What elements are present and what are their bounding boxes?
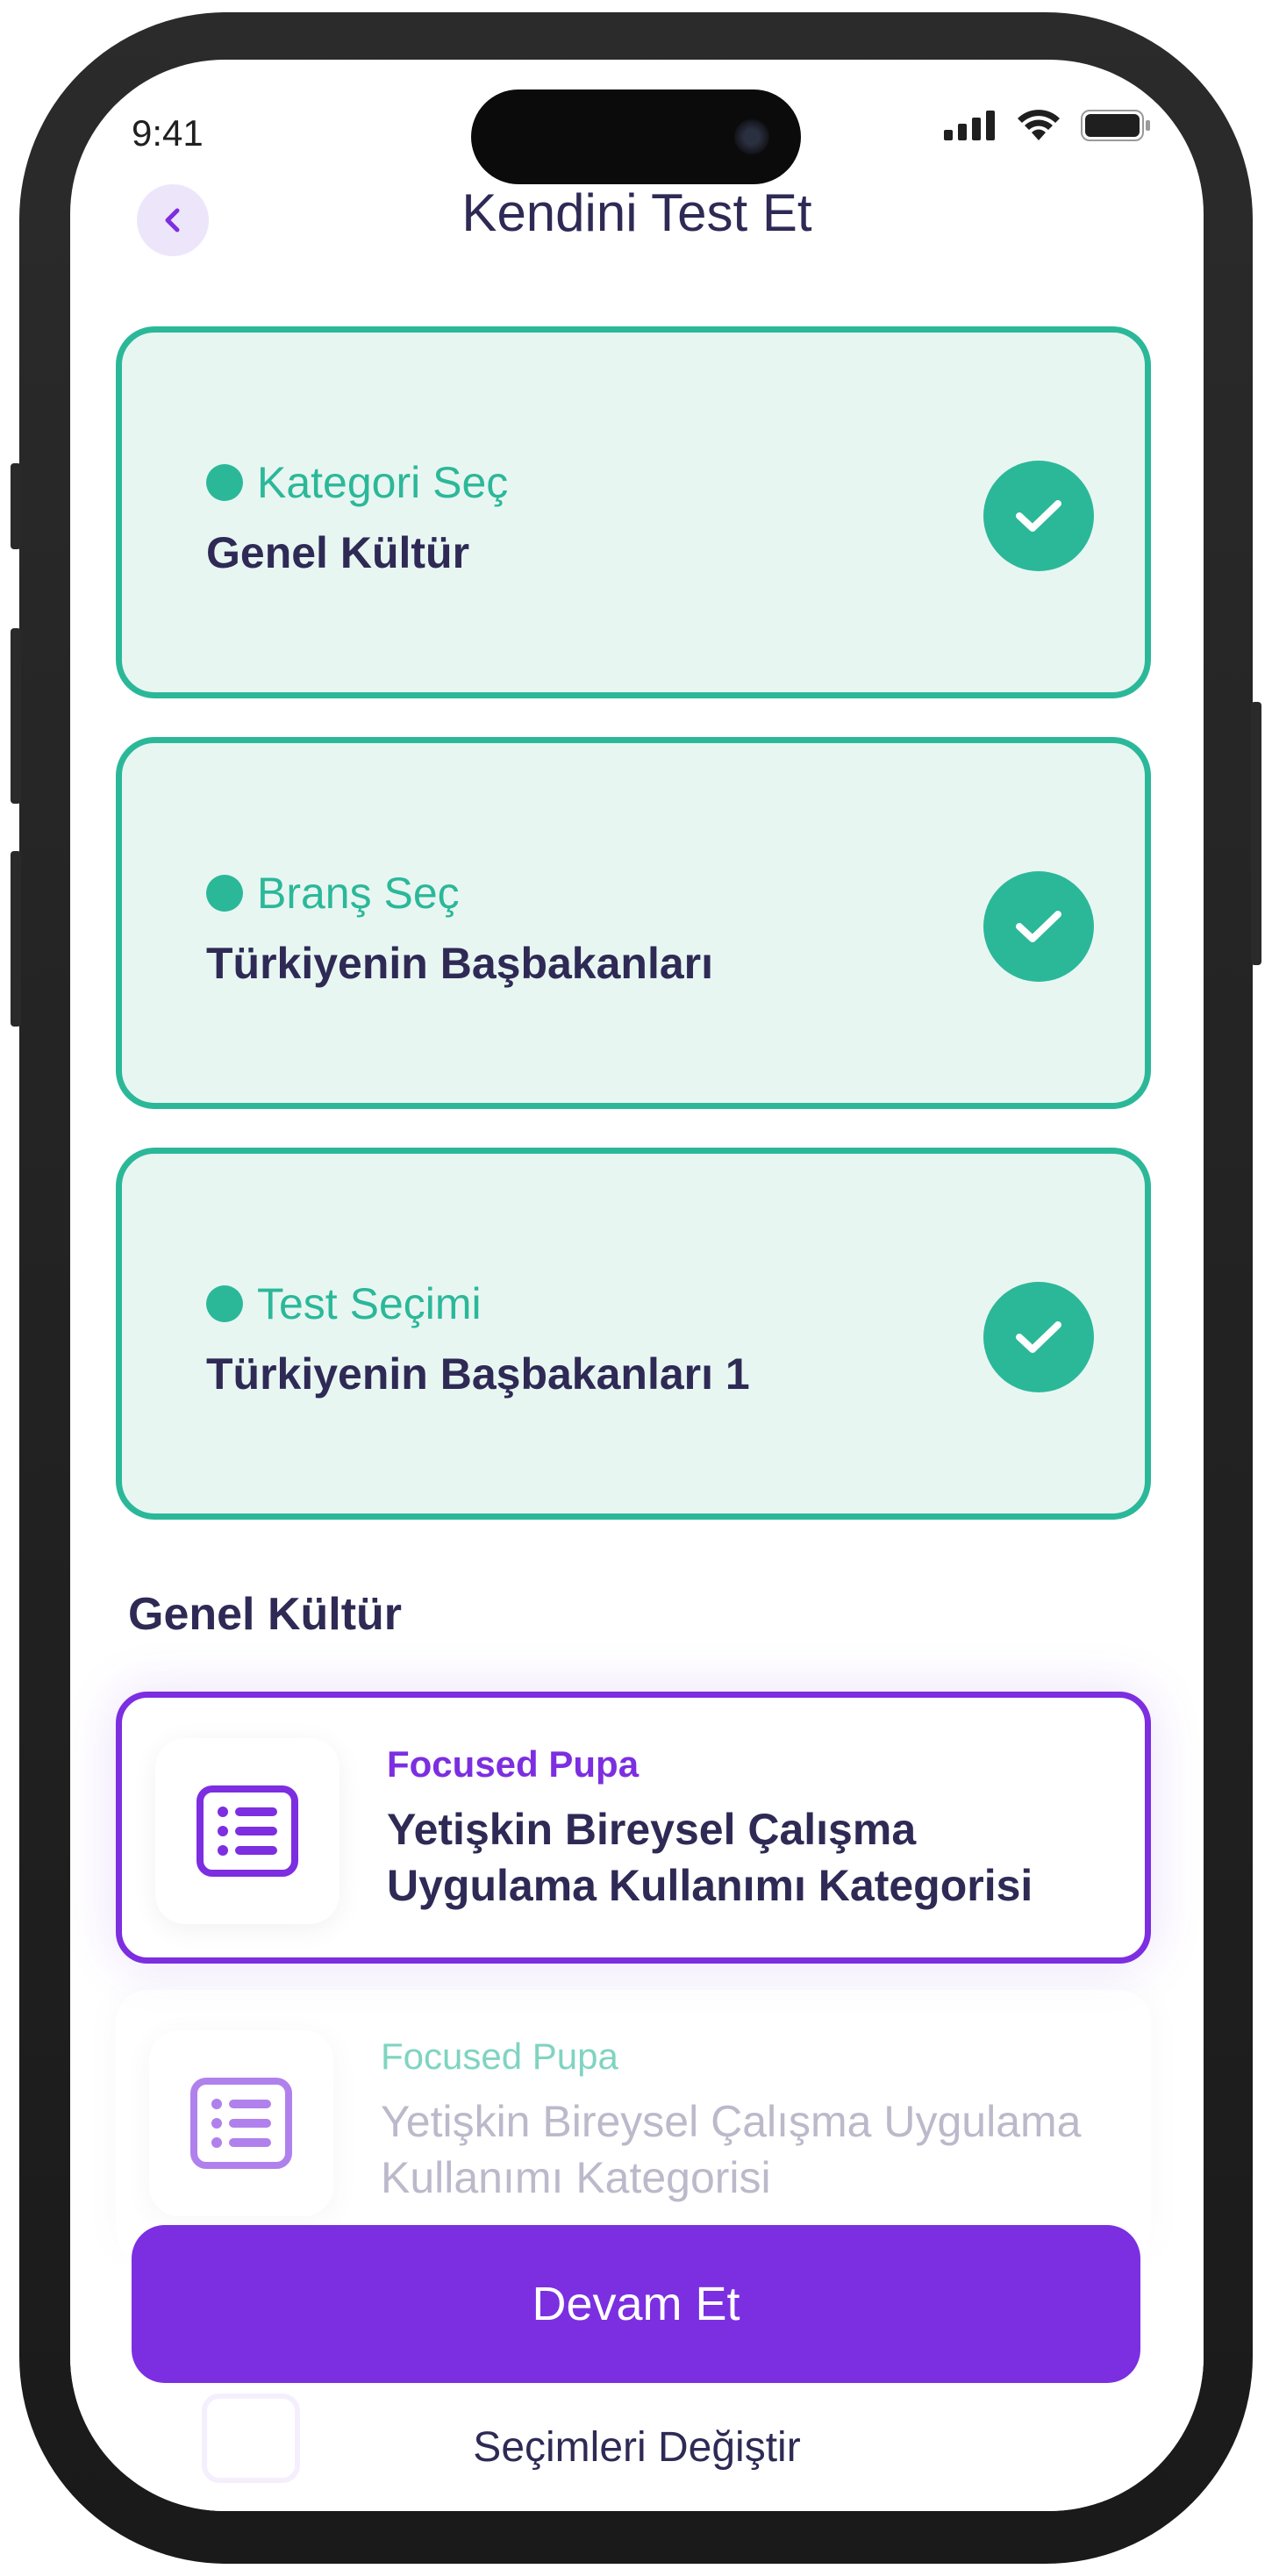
step-card-test[interactable]: Test Seçimi Türkiyenin Başbakanları 1 [116,1148,1151,1520]
section-title: Genel Kültür [128,1589,403,1640]
list-item-title: Yetişkin Bireysel Çalışma Uygulama Kulla… [387,1805,1033,1910]
cellular-signal-icon [944,111,995,140]
step-label-row: Kategori Seç [206,457,508,508]
step-value: Genel Kültür [206,528,470,577]
list-document-icon [190,2078,292,2169]
wifi-icon [1018,110,1060,140]
step-label-row: Test Seçimi [206,1278,482,1329]
continue-button[interactable]: Devam Et [132,2225,1140,2383]
device-volume-down [11,851,21,1027]
list-document-icon [197,1785,298,1877]
list-item-icon-box [155,1738,339,1924]
status-time: 9:41 [132,112,204,154]
check-circle-icon [983,871,1094,982]
device-action-button [11,463,21,549]
step-card-branch[interactable]: Branş Seç Türkiyenin Başbakanları [116,737,1151,1109]
list-item-kicker: Focused Pupa [381,2036,618,2077]
front-camera [734,119,769,154]
device-volume-up [11,628,21,804]
device-power-button [1251,702,1261,965]
list-item-icon-box [149,2030,333,2216]
battery-icon [1081,110,1150,141]
step-value: Türkiyenin Başbakanları [206,939,714,988]
status-icons [944,109,1151,142]
change-selections-button[interactable]: Seçimleri Değiştir [70,2423,1204,2472]
check-circle-icon [983,461,1094,571]
step-dot [206,464,243,501]
step-label-row: Branş Seç [206,868,460,919]
check-circle-icon [983,1282,1094,1392]
step-dot [206,875,243,912]
page-title: Kendini Test Et [461,183,812,242]
step-value: Türkiyenin Başbakanları 1 [206,1349,750,1399]
step-label: Test Seçimi [257,1279,482,1328]
phone-screen: 9:41 Kendini Test Et Kategori Seç Genel … [70,60,1204,2511]
list-item-selected[interactable]: Focused Pupa Yetişkin Bireysel Çalışma U… [116,1692,1151,1964]
dynamic-island [471,89,801,184]
step-card-category[interactable]: Kategori Seç Genel Kültür [116,326,1151,698]
step-dot [206,1285,243,1322]
list-item-kicker: Focused Pupa [387,1743,640,1785]
step-label: Kategori Seç [257,458,509,507]
step-label: Branş Seç [257,869,460,918]
list-item-title: Yetişkin Bireysel Çalışma Uygulama Kulla… [381,2097,1082,2202]
